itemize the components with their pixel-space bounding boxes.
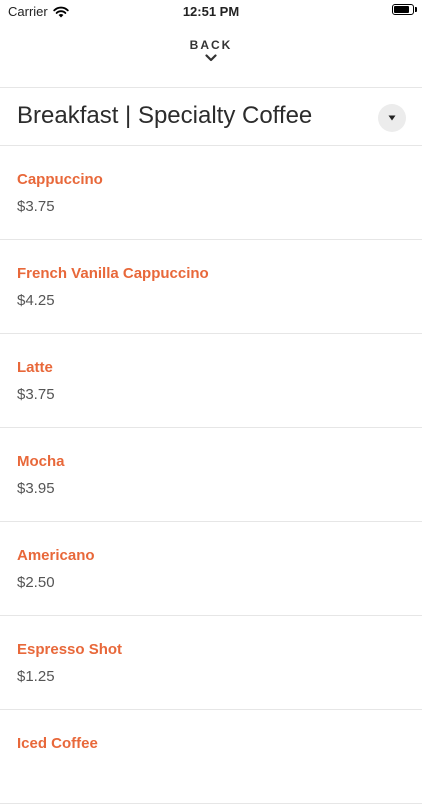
chevron-down-icon [205, 54, 217, 62]
category-dropdown-button[interactable] [378, 104, 406, 132]
back-button[interactable]: BACK [0, 38, 422, 62]
item-name: Mocha [17, 453, 65, 470]
item-name: Iced Coffee [17, 735, 98, 752]
item-name: Americano [17, 547, 95, 564]
back-label: BACK [189, 38, 233, 52]
caret-down-icon [388, 115, 396, 121]
item-name: Cappuccino [17, 171, 103, 188]
item-price: $2.50 [17, 574, 55, 591]
item-price: $3.75 [17, 386, 55, 403]
menu-item[interactable]: Americano $2.50 [0, 522, 422, 616]
item-name: French Vanilla Cappuccino [17, 265, 209, 282]
item-price: $4.25 [17, 292, 55, 309]
menu-item[interactable]: Cappuccino $3.75 [0, 146, 422, 240]
menu-item[interactable]: Iced Coffee [0, 710, 422, 804]
menu-item[interactable]: Espresso Shot $1.25 [0, 616, 422, 710]
category-header: Breakfast | Specialty Coffee [0, 88, 422, 146]
item-price: $3.95 [17, 480, 55, 497]
category-title: Breakfast | Specialty Coffee [17, 102, 313, 129]
status-bar: Carrier 12:51 PM [0, 0, 422, 24]
item-name: Espresso Shot [17, 641, 123, 658]
menu-item-list: Cappuccino $3.75 French Vanilla Cappucci… [0, 146, 422, 804]
battery-fill [394, 6, 410, 13]
menu-item[interactable]: Latte $3.75 [0, 334, 422, 428]
battery-icon [392, 4, 417, 15]
item-name: Latte [17, 359, 53, 376]
item-price: $3.75 [17, 198, 55, 215]
clock: 12:51 PM [182, 4, 240, 19]
menu-item[interactable]: Mocha $3.95 [0, 428, 422, 522]
battery-indicator [392, 4, 417, 15]
item-price: $1.25 [17, 668, 55, 685]
menu-item[interactable]: French Vanilla Cappuccino $4.25 [0, 240, 422, 334]
